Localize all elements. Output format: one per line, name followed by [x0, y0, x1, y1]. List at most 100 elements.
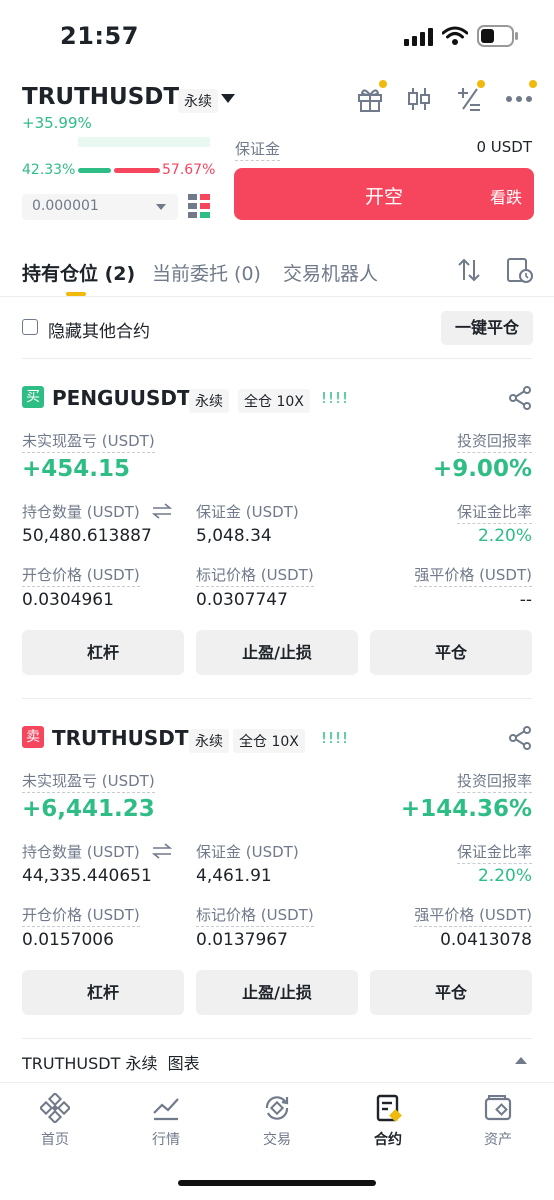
wallet-icon: [483, 1093, 513, 1123]
share-icon[interactable]: [508, 386, 532, 410]
gift-notification-dot: [379, 80, 387, 88]
chart-toggle-label[interactable]: TRUTHUSDT 永续 图表: [22, 1050, 200, 1074]
margin-ratio-value: 2.20%: [477, 866, 532, 886]
adl-indicator: !!!!: [321, 389, 350, 407]
margin-label: 保证金: [235, 138, 281, 161]
position-symbol[interactable]: PENGUUSDT: [52, 386, 191, 410]
share-icon[interactable]: [508, 726, 532, 750]
liq-price-label: 强平价格 (USDT): [414, 564, 532, 587]
margin-value: 0 USDT: [476, 138, 532, 156]
mark-price-value: 0.0307747: [196, 590, 288, 610]
buy-ratio: 42.33%: [22, 162, 76, 178]
battery-icon: [477, 25, 519, 47]
unrealized-pnl-label: 未实现盈亏 (USDT): [22, 430, 155, 453]
leverage-button[interactable]: 杠杆: [22, 630, 184, 675]
unrealized-pnl: +454.15: [22, 456, 131, 482]
position-card-pengu: 买 PENGUUSDT 永续 全仓 10X !!!! 未实现盈亏 (USDT) …: [0, 386, 554, 716]
close-position-button[interactable]: 平仓: [370, 970, 532, 1015]
chevron-down-icon: [156, 204, 166, 210]
nav-home[interactable]: 首页: [15, 1091, 95, 1149]
tab-positions[interactable]: 持有仓位 (2): [22, 259, 135, 286]
liq-price-value: 0.0413078: [440, 930, 532, 950]
close-position-button[interactable]: 平仓: [370, 630, 532, 675]
position-margin-tag[interactable]: 全仓 10X: [238, 389, 310, 413]
unrealized-pnl-label: 未实现盈亏 (USDT): [22, 770, 155, 793]
nav-markets[interactable]: 行情: [126, 1093, 206, 1149]
hide-other-label[interactable]: 隐藏其他合约: [48, 317, 150, 342]
nav-home-label: 首页: [41, 1132, 69, 1148]
open-short-button[interactable]: 开空 看跌: [234, 168, 534, 220]
size-value: 50,480.613887: [22, 526, 152, 546]
hide-other-checkbox[interactable]: [22, 319, 38, 335]
candlestick-icon[interactable]: [404, 84, 434, 114]
markets-icon: [151, 1093, 181, 1123]
chart-row-divider: [22, 1038, 532, 1039]
position-margin-tag[interactable]: 全仓 10X: [233, 729, 305, 753]
price-change: +35.99%: [22, 114, 92, 132]
orderbook-faded-strip: [78, 137, 210, 147]
position-card-truth: 卖 TRUTHUSDT 永续 全仓 10X !!!! 未实现盈亏 (USDT) …: [0, 726, 554, 1056]
sort-icon[interactable]: [456, 257, 482, 283]
position-type-tag: 永续: [189, 729, 229, 753]
nav-assets-label: 资产: [484, 1132, 512, 1148]
nav-trade-label: 交易: [263, 1132, 291, 1148]
size-label: 持仓数量 (USDT): [22, 843, 140, 861]
signal-bars-icon: [404, 28, 434, 46]
symbol-dropdown-icon[interactable]: [221, 94, 235, 103]
trade-icon: [262, 1093, 292, 1123]
precision-select[interactable]: 0.000001: [22, 194, 178, 220]
margin-value: 4,461.91: [196, 866, 272, 886]
margin-label: 保证金 (USDT): [196, 503, 299, 521]
unrealized-pnl: +6,441.23: [22, 796, 155, 822]
status-time: 21:57: [60, 22, 139, 50]
short-badge: 卖: [22, 726, 44, 748]
entry-price-value: 0.0304961: [22, 590, 114, 610]
orderbook-layout-icon[interactable]: [188, 194, 210, 218]
size-label: 持仓数量 (USDT): [22, 503, 140, 521]
more-icon[interactable]: [504, 84, 534, 114]
margin-value: 5,048.34: [196, 526, 272, 546]
swap-icon[interactable]: [151, 503, 173, 519]
home-indicator: [178, 1180, 376, 1186]
tp-sl-button[interactable]: 止盈/止损: [196, 630, 358, 675]
tabs-divider: [0, 296, 554, 297]
margin-ratio-label: 保证金比率: [456, 841, 532, 864]
mark-price-label: 标记价格 (USDT): [196, 904, 314, 927]
roe: +9.00%: [432, 456, 532, 482]
roe-label: 投资回报率: [456, 770, 532, 793]
chevron-up-icon[interactable]: [515, 1057, 527, 1064]
close-all-button[interactable]: 一键平仓: [441, 311, 533, 345]
gift-icon[interactable]: [355, 84, 385, 114]
home-icon: [38, 1091, 72, 1125]
mark-price-label: 标记价格 (USDT): [196, 564, 314, 587]
calculator-icon[interactable]: [454, 84, 484, 114]
symbol-title[interactable]: TRUTHUSDT: [22, 84, 179, 110]
history-icon[interactable]: [506, 256, 534, 284]
nav-futures-label: 合约: [374, 1132, 402, 1148]
liq-price-label: 强平价格 (USDT): [414, 904, 532, 927]
tp-sl-button[interactable]: 止盈/止损: [196, 970, 358, 1015]
tab-open-orders[interactable]: 当前委托 (0): [152, 259, 261, 286]
mark-price-value: 0.0137967: [196, 930, 288, 950]
roe-label: 投资回报率: [456, 430, 532, 453]
nav-futures[interactable]: 合约: [348, 1093, 428, 1149]
margin-label: 保证金 (USDT): [196, 843, 299, 861]
long-badge: 买: [22, 386, 44, 408]
nav-markets-label: 行情: [152, 1132, 180, 1148]
size-value: 44,335.440651: [22, 866, 152, 886]
sell-ratio-bar: [114, 168, 160, 173]
leverage-button[interactable]: 杠杆: [22, 970, 184, 1015]
swap-icon[interactable]: [151, 843, 173, 859]
entry-price-label: 开仓价格 (USDT): [22, 564, 140, 587]
position-type-tag: 永续: [189, 389, 229, 413]
position-symbol[interactable]: TRUTHUSDT: [52, 726, 189, 750]
open-short-sublabel: 看跌: [489, 188, 522, 207]
futures-icon: [373, 1093, 403, 1123]
nav-assets[interactable]: 资产: [458, 1093, 538, 1149]
tab-trading-bots[interactable]: 交易机器人: [283, 259, 378, 286]
position-divider: [22, 698, 532, 699]
nav-trade[interactable]: 交易: [237, 1093, 317, 1149]
liq-price-value: --: [519, 590, 532, 610]
filter-divider: [22, 358, 532, 359]
precision-value: 0.000001: [32, 198, 99, 214]
